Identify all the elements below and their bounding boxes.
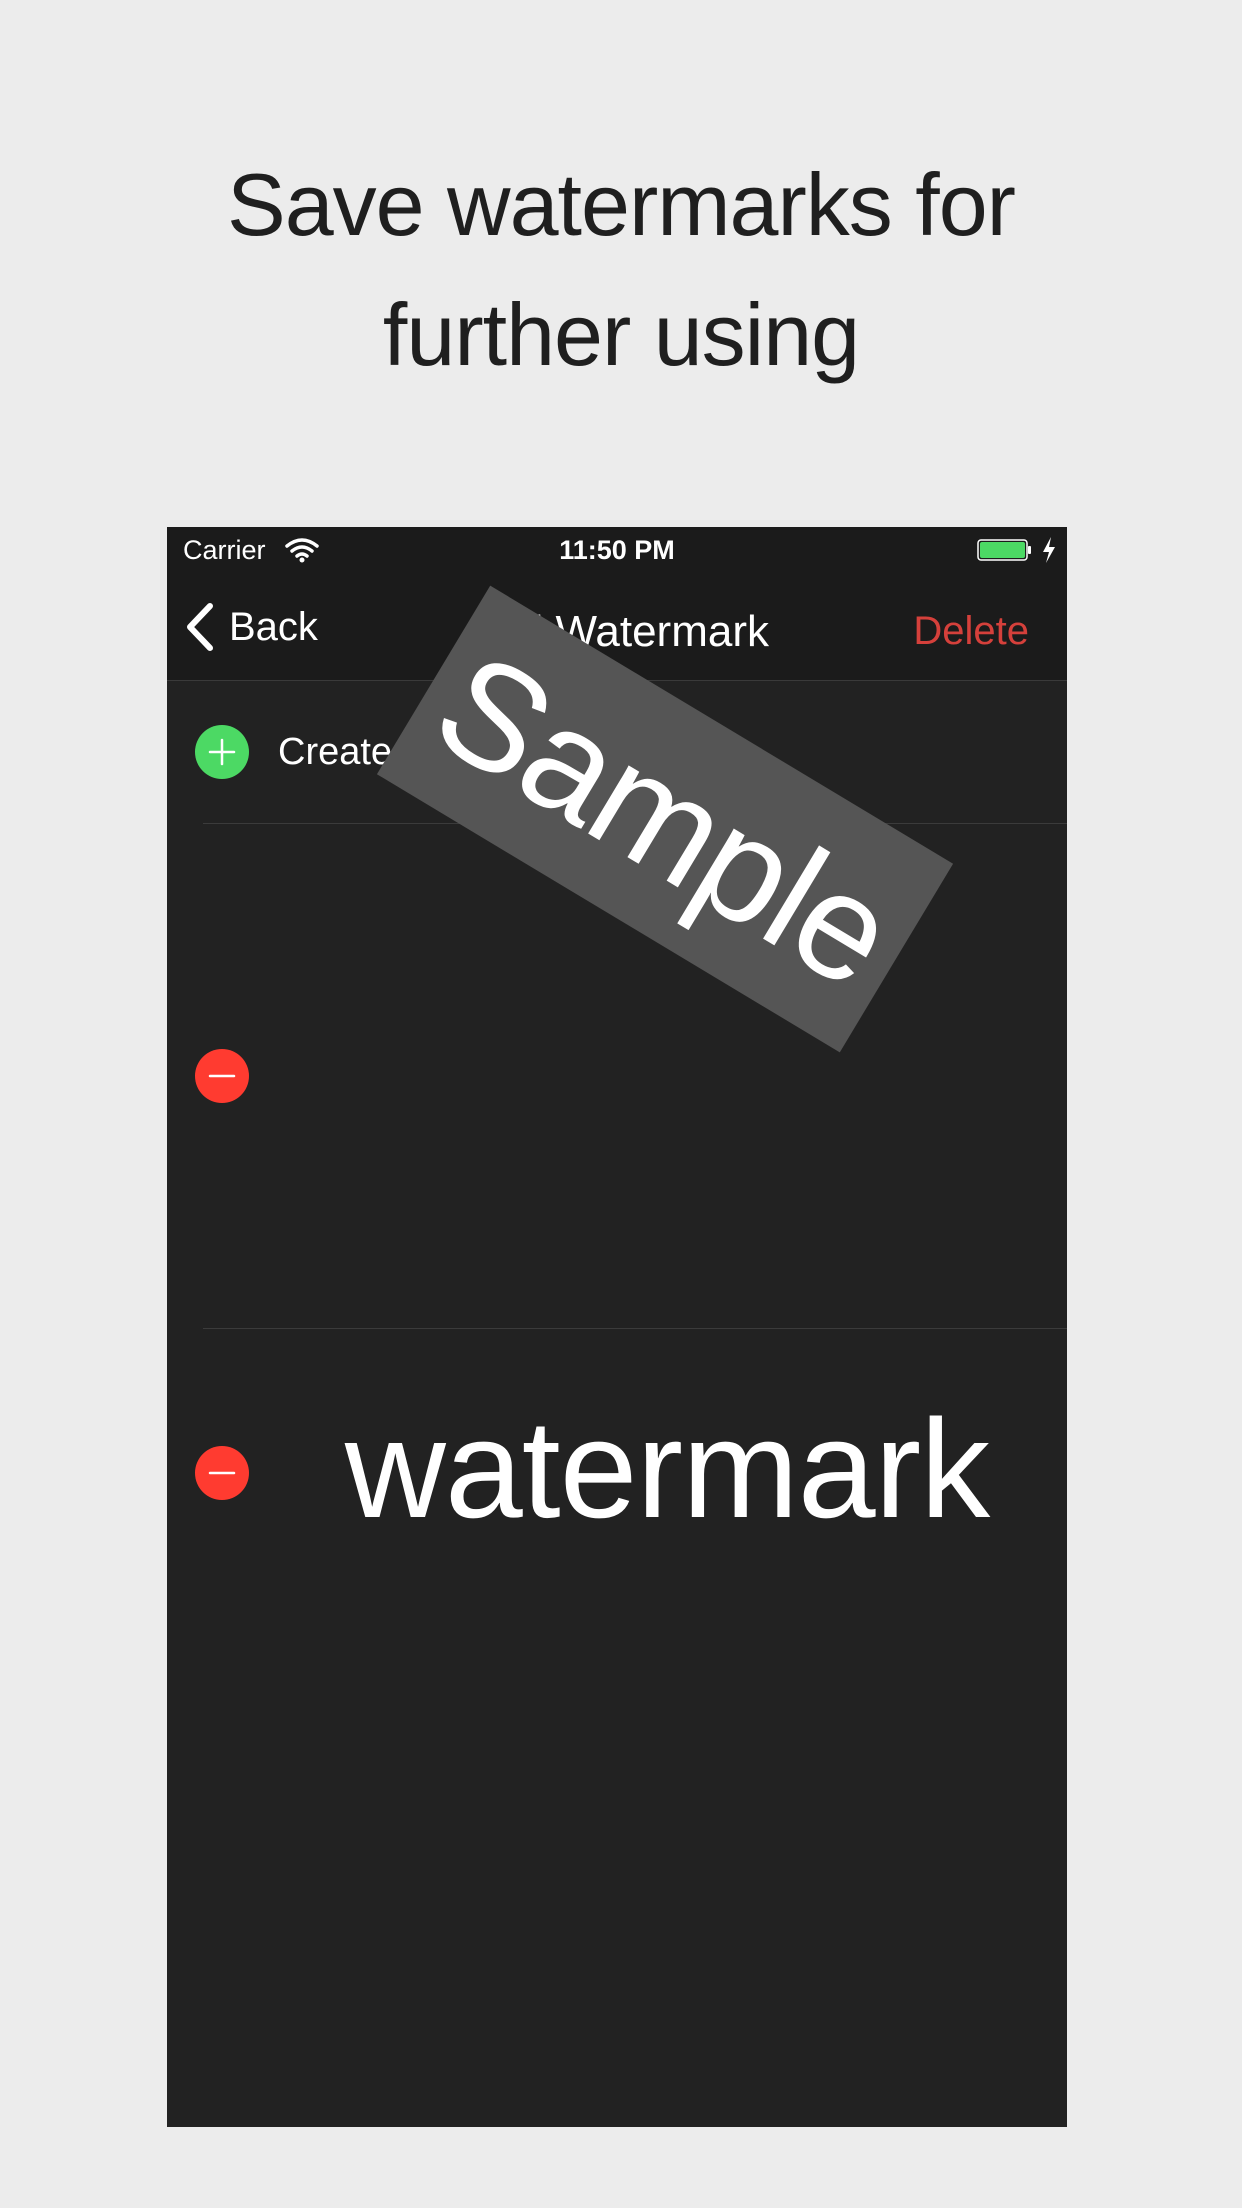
promo-headline: Save watermarks for further using <box>0 140 1242 400</box>
phone-screen: Carrier 11:50 PM Back Add Watermark Dele… <box>167 527 1067 2127</box>
add-circle-icon[interactable] <box>195 725 249 779</box>
headline-line-2: further using <box>382 285 860 384</box>
remove-circle-icon[interactable] <box>195 1446 249 1500</box>
status-time: 11:50 PM <box>559 535 675 565</box>
remove-circle-icon[interactable] <box>195 1049 249 1103</box>
charging-bolt-icon <box>1043 537 1055 563</box>
status-bar: Carrier 11:50 PM <box>167 527 1067 575</box>
watermark-preview-text: watermark <box>344 1390 990 1547</box>
delete-button[interactable]: Delete <box>913 609 1029 654</box>
headline-line-1: Save watermarks for <box>227 155 1016 254</box>
battery-icon <box>977 539 1031 561</box>
